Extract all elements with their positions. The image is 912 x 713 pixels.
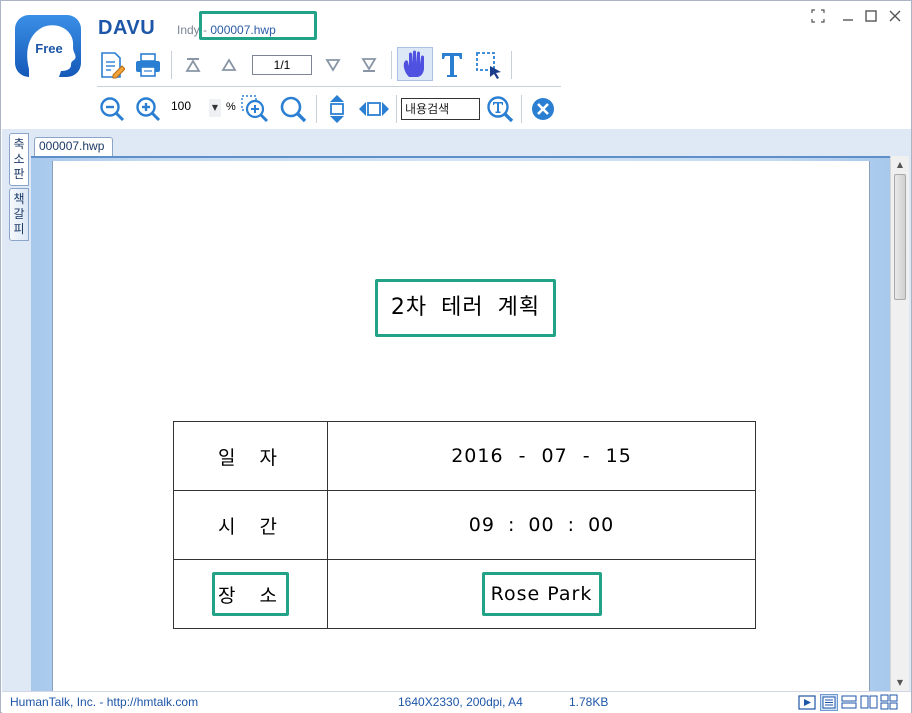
hand-tool-icon[interactable] — [397, 47, 433, 81]
title-prefix: Indy - — [177, 23, 211, 37]
next-page-icon[interactable] — [323, 55, 343, 75]
date-value: 2016 - 07 - 15 — [327, 421, 756, 491]
content-search-input[interactable]: 내용검색 — [401, 98, 480, 120]
toolbar-row-divider — [97, 86, 561, 87]
text-search-icon[interactable] — [485, 95, 515, 123]
two-page-continuous-view-icon[interactable] — [880, 694, 898, 711]
vertical-scrollbar[interactable]: ▲ ▼ — [890, 156, 909, 691]
schedule-table: 일 자 2016 - 07 - 15 시 간 09 : 00 : 00 장 소 … — [173, 421, 756, 629]
previous-page-icon[interactable] — [219, 55, 239, 75]
tab-bookmarks-char: 책 — [13, 192, 25, 206]
davu-free-logo: Free — [13, 13, 83, 79]
zoom-in-icon[interactable] — [134, 95, 162, 123]
toolbar-separator — [391, 51, 392, 79]
date-label: 일 자 — [173, 421, 328, 491]
scroll-thumb[interactable] — [894, 174, 906, 300]
window-title: Indy - 000007.hwp — [177, 23, 276, 37]
logo-text: Free — [35, 41, 62, 56]
brand-name: DAVU — [98, 17, 156, 39]
zoom-area-icon[interactable] — [241, 95, 269, 123]
close-search-icon[interactable] — [529, 95, 557, 123]
toolbar-separator — [511, 51, 512, 79]
minimize-button[interactable] — [839, 9, 857, 27]
table-row: 장 소 Rose Park — [173, 559, 756, 629]
zoom-unit-label: % — [226, 101, 236, 113]
tab-bookmarks-char: 갈 — [13, 207, 25, 221]
restore-icon[interactable] — [809, 9, 827, 27]
time-label: 시 간 — [173, 490, 328, 560]
file-size: 1.78KB — [569, 695, 609, 709]
zoom-out-icon[interactable] — [98, 95, 126, 123]
status-bar: HumanTalk, Inc. - http://hmtalk.com 1640… — [2, 691, 911, 713]
first-page-icon[interactable] — [183, 55, 203, 75]
maximize-button[interactable] — [862, 9, 880, 27]
tab-thumbnails[interactable]: 축 소 판 — [9, 133, 29, 186]
toolbar-separator — [316, 95, 317, 123]
zoom-dropdown-icon[interactable]: ▼ — [209, 99, 221, 117]
fit-width-icon[interactable] — [357, 95, 391, 123]
tab-thumbnails-char: 축 — [13, 137, 25, 151]
side-panel-tabs: 축 소 판 책 갈 피 — [9, 133, 29, 243]
title-filename: 000007.hwp — [210, 23, 276, 37]
page-number-input[interactable]: 1/1 — [252, 55, 312, 75]
tab-bookmarks[interactable]: 책 갈 피 — [9, 188, 29, 241]
two-page-view-icon[interactable] — [860, 694, 878, 711]
text-select-icon[interactable] — [438, 49, 466, 81]
company-link[interactable]: HumanTalk, Inc. - http://hmtalk.com — [10, 695, 198, 709]
toolbar-separator — [396, 95, 397, 123]
table-row: 일 자 2016 - 07 - 15 — [173, 421, 756, 491]
scroll-down-icon[interactable]: ▼ — [891, 674, 909, 691]
toolbar-separator — [521, 95, 522, 123]
slideshow-icon[interactable] — [798, 694, 816, 711]
place-label: 장 소 — [173, 559, 328, 629]
single-page-view-icon[interactable] — [820, 694, 838, 711]
continuous-view-icon[interactable] — [840, 694, 858, 711]
table-row: 시 간 09 : 00 : 00 — [173, 490, 756, 560]
time-value: 09 : 00 : 00 — [327, 490, 756, 560]
scroll-up-icon[interactable]: ▲ — [891, 156, 909, 173]
area-select-icon[interactable] — [473, 49, 505, 81]
place-value: Rose Park — [327, 559, 756, 629]
app-window: Free DAVU Indy - 000007.hwp 1/1 100 ▼ % … — [0, 0, 912, 713]
print-icon[interactable] — [133, 51, 163, 79]
last-page-icon[interactable] — [359, 55, 379, 75]
tab-bookmarks-char: 피 — [13, 222, 25, 236]
zoom-level-input[interactable]: 100 — [171, 99, 211, 113]
tab-thumbnails-char: 판 — [13, 167, 25, 181]
close-button[interactable] — [886, 9, 904, 27]
document-title: 2차 테러 계획 — [390, 295, 541, 320]
toolbar-separator — [171, 51, 172, 79]
edit-document-icon[interactable] — [98, 51, 126, 79]
document-tab[interactable]: 000007.hwp — [34, 137, 113, 156]
search-icon[interactable] — [278, 95, 308, 123]
image-info: 1640X2330, 200dpi, A4 — [398, 695, 523, 709]
fit-height-icon[interactable] — [323, 93, 351, 125]
tab-thumbnails-char: 소 — [13, 152, 25, 166]
